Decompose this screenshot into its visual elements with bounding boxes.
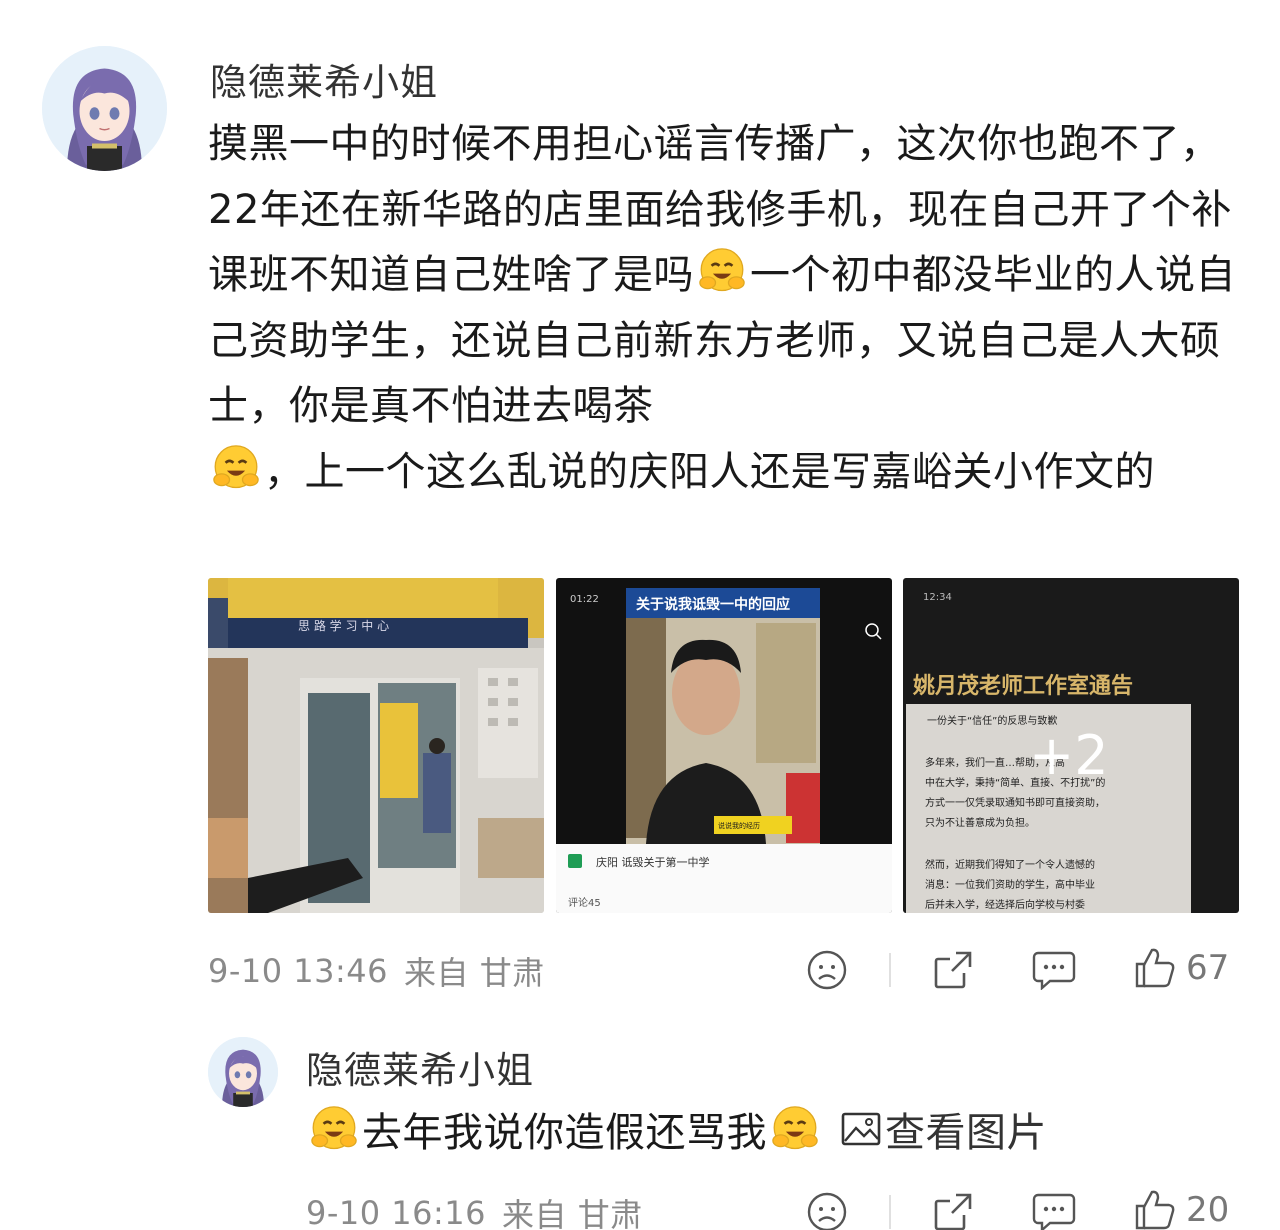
view-image-link[interactable]: 查看图片 [841,1100,1047,1158]
reply-avatar[interactable] [208,1037,278,1107]
share-icon [934,951,972,989]
sad-face-icon [807,950,847,990]
hug-emoji-icon [308,1103,360,1155]
view-image-label: 查看图片 [885,1110,1047,1156]
share-button[interactable] [932,949,974,991]
post-timestamp: 9-10 13:46 [208,952,389,990]
reply-like-button[interactable]: 20 [1134,1188,1229,1230]
comment-icon [1032,1193,1076,1230]
hug-emoji-icon [769,1103,821,1155]
hug-emoji-icon [210,442,262,494]
dislike-button[interactable] [806,949,848,991]
video-title: 关于说我诋毁一中的回应 [636,596,790,613]
reply-timestamp: 9-10 16:16 [306,1194,487,1230]
avatar[interactable] [42,46,167,171]
notice-title: 姚月茂老师工作室通告 [912,673,1133,699]
image-icon [841,1112,881,1146]
notice-line: 然而，近期我们得知了一个令人遗憾的 [925,858,1095,871]
svg-text:思 路 学 习 中 心: 思 路 学 习 中 心 [298,618,389,633]
reply-username[interactable]: 隐德莱希小姐 [306,1040,534,1094]
post-username[interactable]: 隐德莱希小姐 [210,52,438,106]
comment-icon [1032,951,1076,990]
post-text-segment: ，上一个这么乱说的庆阳人还是写嘉峪关小作文的 [264,448,1155,495]
like-button[interactable]: 67 [1134,946,1229,990]
post-body: 摸黑一中的时候不用担心谣言传播广，这次你也跑不了，22年还在新华路的店里面给我修… [208,112,1248,505]
reply-comment-button[interactable] [1032,1192,1076,1230]
thumbs-up-icon [1135,948,1175,988]
status-time: 01:22 [570,594,599,605]
comment-button[interactable] [1032,950,1076,990]
notice-line: 消息：一位我们资助的学生，高中毕业 [925,878,1095,891]
notice-line: 只为不让善意成为负担。 [925,816,1035,829]
sad-face-icon [807,1192,847,1230]
reply-location: 来自 甘肃 [502,1196,643,1230]
more-images-count: +2 [1029,724,1109,787]
divider [889,1195,891,1229]
reply-like-count: 20 [1186,1190,1230,1230]
reply-meta: 9-10 16:16 来自 甘肃 [306,1188,643,1230]
post-location: 来自 甘肃 [404,954,545,992]
post-meta: 9-10 13:46 来自 甘肃 [208,946,545,996]
like-count: 67 [1186,948,1230,988]
reply-dislike-button[interactable] [806,1191,848,1230]
post-image-notice[interactable]: 12:34 姚月茂老师工作室通告 一份关于“信任”的反思与致歉 多年来，我们一直… [903,578,1239,913]
reply-share-button[interactable] [932,1191,974,1230]
notice-line: 后并未入学，经选择后向学校与村委 [925,898,1085,911]
notice-line: 方式一一仅凭录取通知书即可直接资助， [925,796,1105,809]
thumbs-up-icon [1135,1190,1175,1230]
post-image-video[interactable]: 01:22 关于说我诋毁一中的回应 说说我的经历 庆阳 诋毁关于第一中学 评论4… [556,578,892,913]
reply-body: 去年我说你造假还骂我 查看图片 [306,1100,1047,1158]
svg-text:评论45: 评论45 [568,896,601,909]
video-bottom-text: 庆阳 诋毁关于第一中学 [596,855,710,869]
hug-emoji-icon [696,245,748,297]
svg-text:说说我的经历: 说说我的经历 [718,821,760,830]
svg-text:12:34: 12:34 [923,592,952,603]
post-image-storefront[interactable]: 思 路 学 习 中 心 [208,578,544,913]
divider [889,953,891,987]
reply-text: 去年我说你造假还骂我 [362,1110,767,1156]
share-icon [934,1193,972,1230]
